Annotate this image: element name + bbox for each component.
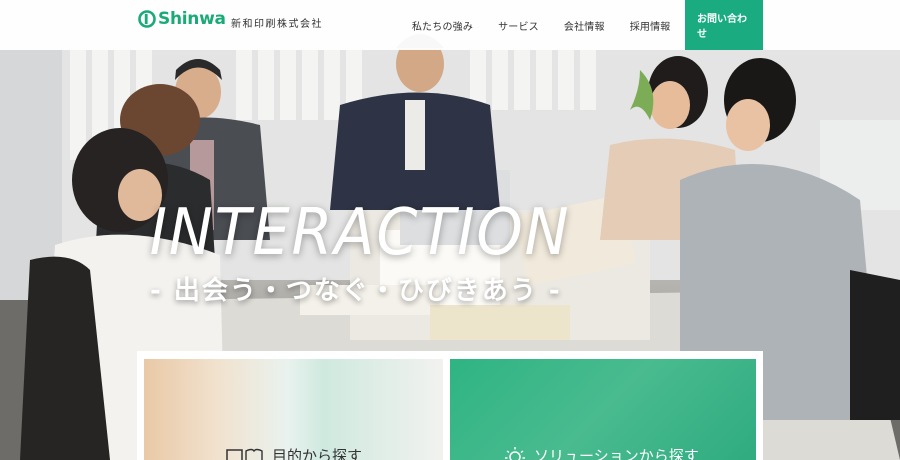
nav-strengths[interactable]: 私たちの強み [399,0,485,50]
search-by-purpose-label-wrap: 目的から探す [226,445,362,460]
nav-services[interactable]: サービス [486,0,552,50]
contact-button[interactable]: お問い合わせ [685,0,763,50]
lightbulb-icon [505,446,525,460]
logo-mark-icon [138,10,156,28]
hero-headline: INTERACTION [149,196,571,270]
search-cards-panel: 目的から探す ソリューションから探す [137,351,763,460]
search-by-solution-card[interactable]: ソリューションから探す [450,359,756,460]
search-by-solution-text: ソリューションから探す [534,447,699,460]
main-nav: 私たちの強み サービス 会社情報 採用情報 お問い合わせ [399,0,763,50]
search-by-solution-label-wrap: ソリューションから探す [504,445,699,460]
nav-recruit[interactable]: 採用情報 [617,0,683,50]
logo[interactable]: Shinwa [138,9,226,29]
search-by-purpose-text: 目的から探す [272,447,363,460]
hero-subline: - 出会う・つなぐ・ひびきあう - [150,276,562,306]
search-by-purpose-card[interactable]: 目的から探す [144,359,443,460]
nav-company[interactable]: 会社情報 [551,0,617,50]
site-header: Shinwa 新和印刷株式会社 私たちの強み サービス 会社情報 採用情報 お問… [0,0,900,50]
company-name: 新和印刷株式会社 [231,19,323,30]
logo-text: Shinwa [158,9,226,29]
book-icon [226,448,263,460]
